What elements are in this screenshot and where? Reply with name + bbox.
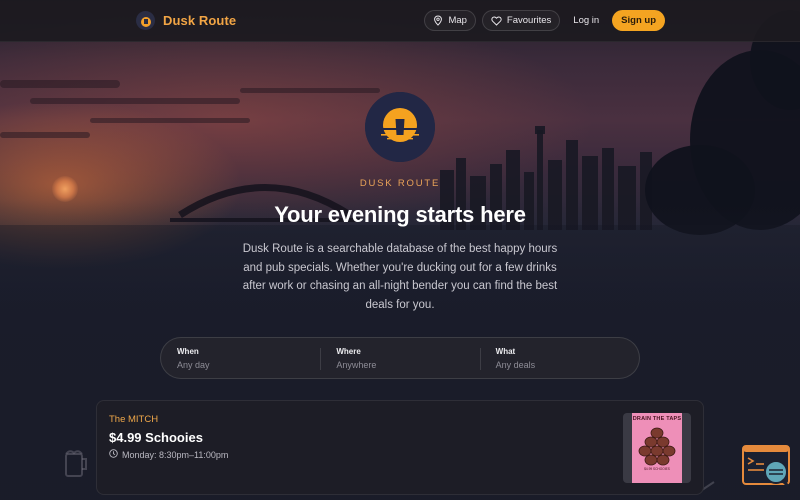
- beer-mug-icon: [64, 448, 90, 483]
- signup-button-label: Sign up: [621, 15, 656, 26]
- deal-time: Monday: 8:30pm–11:00pm: [109, 449, 228, 460]
- login-button-label: Log in: [573, 15, 600, 26]
- what-filter-value: Any deals: [495, 360, 536, 370]
- support-chat-button[interactable]: [742, 445, 790, 488]
- deal-search-bar: When Any day Where Anywhere What Any dea…: [160, 337, 640, 379]
- deal-venue: The MITCH: [109, 414, 159, 425]
- deal-title: $4.99 Schooies: [109, 430, 203, 445]
- deal-poster-image: DRAIN THE TAPS $4.99 SCHOOIES: [632, 413, 682, 483]
- clock-icon: [109, 449, 118, 460]
- what-filter[interactable]: What Any deals: [479, 338, 639, 378]
- when-filter-label: When: [177, 347, 199, 356]
- main-nav: Map Favourites Log in Sign up: [424, 10, 665, 31]
- deal-card[interactable]: The MITCH $4.99 Schooies Monday: 8:30pm–…: [96, 400, 704, 495]
- login-button[interactable]: Log in: [566, 10, 606, 31]
- poster-subline: $4.99 SCHOOIES: [644, 467, 670, 471]
- hero-title: Your evening starts here: [274, 202, 526, 227]
- when-filter[interactable]: When Any day: [161, 338, 320, 378]
- brand-logo-icon: [136, 11, 155, 30]
- map-button-label: Map: [448, 15, 467, 26]
- map-button[interactable]: Map: [424, 10, 476, 31]
- keg-stack-illustration: [638, 427, 676, 466]
- support-icon: [742, 445, 790, 488]
- where-filter-value: Anywhere: [336, 360, 377, 370]
- brand-name: Dusk Route: [163, 13, 237, 28]
- brand-link[interactable]: Dusk Route: [136, 11, 236, 30]
- when-filter-value: Any day: [177, 360, 210, 370]
- deal-poster: DRAIN THE TAPS $4.99 SCHOOIES: [623, 413, 691, 483]
- top-navbar: Dusk Route Map Favourites Log in Sign up: [0, 0, 800, 42]
- deal-time-text: Monday: 8:30pm–11:00pm: [122, 449, 229, 460]
- heart-icon: [491, 15, 502, 26]
- hero-tagline: DUSK ROUTE: [359, 178, 441, 189]
- map-pin-icon: [433, 15, 443, 26]
- where-filter[interactable]: Where Anywhere: [320, 338, 479, 378]
- signup-button[interactable]: Sign up: [612, 10, 665, 31]
- dusk-route-logo: [365, 92, 435, 162]
- what-filter-label: What: [495, 347, 516, 356]
- favourites-button-label: Favourites: [506, 15, 552, 26]
- where-filter-label: Where: [336, 347, 361, 356]
- favourites-button[interactable]: Favourites: [481, 10, 561, 31]
- hero-description: Dusk Route is a searchable database of t…: [242, 243, 558, 311]
